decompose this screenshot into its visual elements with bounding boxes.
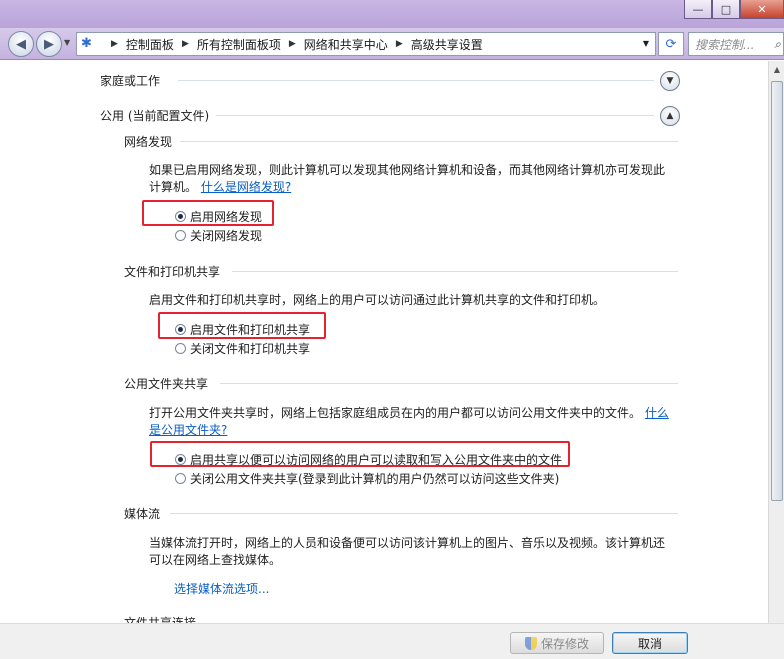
media-streaming-options-link[interactable]: 选择媒体流选项... bbox=[174, 580, 269, 597]
public-folder-sharing-desc: 打开公用文件夹共享时，网络上包括家庭组成员在内的用户都可以访问公用文件夹中的文件… bbox=[149, 405, 674, 439]
search-input[interactable]: 搜索控制... ⌕ bbox=[688, 32, 784, 56]
breadcrumb-control-panel[interactable]: 控制面板 bbox=[126, 36, 174, 53]
address-dropdown-icon[interactable]: ▼ bbox=[643, 39, 649, 48]
radio-label: 启用网络发现 bbox=[190, 210, 263, 224]
network-discovery-help-link[interactable]: 什么是网络发现? bbox=[201, 180, 291, 194]
expand-home-button[interactable]: ▼ bbox=[660, 71, 680, 91]
file-sharing-connections-title: 文件共享连接 bbox=[124, 616, 197, 623]
shield-icon bbox=[524, 636, 537, 650]
breadcrumb-separator-icon[interactable]: ▶ bbox=[396, 39, 403, 49]
divider bbox=[180, 141, 678, 142]
address-bar[interactable]: ✱ ▶ 控制面板 ▶ 所有控制面板项 ▶ 网络和共享中心 ▶ 高级共享设置 ▼ bbox=[76, 32, 656, 56]
refresh-icon: ⟳ bbox=[665, 36, 677, 52]
radio-label: 关闭网络发现 bbox=[190, 229, 263, 243]
profile-home-label[interactable]: 家庭或工作 bbox=[100, 72, 160, 89]
search-placeholder: 搜索控制... bbox=[695, 37, 755, 52]
file-printer-sharing-desc: 启用文件和打印机共享时，网络上的用户可以访问通过此计算机共享的文件和打印机。 bbox=[149, 293, 606, 307]
settings-content: 家庭或工作 ▼ 公用 (当前配置文件) ▲ 网络发现 如果已启用网络发现，则此计… bbox=[0, 61, 768, 623]
save-changes-button[interactable]: 保存修改 bbox=[510, 632, 604, 654]
breadcrumb-separator-icon[interactable]: ▶ bbox=[182, 39, 189, 49]
radio-disable-discovery[interactable]: 关闭网络发现 bbox=[175, 227, 262, 244]
collapse-public-button[interactable]: ▲ bbox=[660, 106, 680, 126]
arrow-right-icon: ▶ bbox=[44, 36, 54, 52]
network-discovery-title: 网络发现 bbox=[124, 135, 173, 149]
divider bbox=[232, 271, 678, 272]
breadcrumb-separator-icon[interactable]: ▶ bbox=[111, 39, 118, 49]
cancel-button[interactable]: 取消 bbox=[612, 632, 688, 654]
control-panel-icon: ✱ bbox=[81, 36, 92, 51]
minimize-button[interactable]: — bbox=[684, 0, 712, 19]
divider bbox=[220, 383, 678, 384]
breadcrumb-all-items[interactable]: 所有控制面板项 bbox=[197, 36, 281, 53]
radio-unselected-icon[interactable] bbox=[175, 343, 186, 354]
divider bbox=[178, 80, 654, 81]
maximize-button[interactable]: □ bbox=[712, 0, 740, 19]
radio-label: 关闭公用文件夹共享(登录到此计算机的用户仍然可以访问这些文件夹) bbox=[190, 472, 560, 486]
breadcrumb-advanced-sharing[interactable]: 高级共享设置 bbox=[411, 36, 483, 53]
radio-selected-icon[interactable] bbox=[175, 324, 186, 335]
title-bar: — □ ✕ bbox=[0, 0, 784, 28]
media-streaming-title: 媒体流 bbox=[124, 507, 161, 521]
radio-disable-file-sharing[interactable]: 关闭文件和打印机共享 bbox=[175, 340, 310, 357]
chevron-up-icon: ▲ bbox=[666, 111, 674, 121]
back-button[interactable]: ◀ bbox=[8, 31, 34, 57]
chevron-down-icon: ▼ bbox=[666, 76, 674, 86]
divider bbox=[216, 115, 654, 116]
footer-bar: 保存修改 取消 bbox=[0, 623, 784, 659]
radio-selected-icon[interactable] bbox=[175, 211, 186, 222]
radio-enable-file-sharing[interactable]: 启用文件和打印机共享 bbox=[175, 321, 310, 338]
arrow-left-icon: ◀ bbox=[16, 36, 26, 52]
window-controls: — □ ✕ bbox=[684, 0, 784, 19]
history-dropdown-icon[interactable]: ▼ bbox=[64, 38, 70, 47]
scroll-thumb[interactable] bbox=[771, 81, 783, 501]
vertical-scrollbar[interactable]: ▲ bbox=[768, 61, 784, 623]
breadcrumb-separator-icon[interactable]: ▶ bbox=[289, 39, 296, 49]
media-streaming-desc: 当媒体流打开时，网络上的人员和设备便可以访问该计算机上的图片、音乐以及视频。该计… bbox=[149, 536, 666, 567]
file-printer-sharing-title: 文件和打印机共享 bbox=[124, 265, 221, 279]
radio-enable-public-folder[interactable]: 启用共享以便可以访问网络的用户可以读取和写入公用文件夹中的文件 bbox=[175, 451, 562, 468]
search-icon[interactable]: ⌕ bbox=[774, 37, 781, 52]
radio-enable-discovery[interactable]: 启用网络发现 bbox=[175, 208, 262, 225]
navigation-bar: ◀ ▶ ▼ ✱ ▶ 控制面板 ▶ 所有控制面板项 ▶ 网络和共享中心 ▶ 高级共… bbox=[0, 28, 784, 60]
forward-button[interactable]: ▶ bbox=[36, 31, 62, 57]
network-discovery-desc: 如果已启用网络发现，则此计算机可以发现其他网络计算机和设备，而其他网络计算机亦可… bbox=[149, 162, 674, 196]
save-label: 保存修改 bbox=[540, 636, 589, 651]
public-folder-desc-text: 打开公用文件夹共享时，网络上包括家庭组成员在内的用户都可以访问公用文件夹中的文件… bbox=[149, 406, 642, 420]
cancel-label: 取消 bbox=[637, 636, 662, 651]
profile-public-label[interactable]: 公用 (当前配置文件) bbox=[100, 107, 209, 124]
radio-disable-public-folder[interactable]: 关闭公用文件夹共享(登录到此计算机的用户仍然可以访问这些文件夹) bbox=[175, 470, 559, 487]
scroll-up-icon[interactable]: ▲ bbox=[769, 61, 784, 77]
radio-label: 启用共享以便可以访问网络的用户可以读取和写入公用文件夹中的文件 bbox=[190, 453, 563, 467]
refresh-button[interactable]: ⟳ bbox=[658, 32, 684, 56]
close-button[interactable]: ✕ bbox=[740, 0, 784, 19]
radio-label: 关闭文件和打印机共享 bbox=[190, 342, 311, 356]
public-folder-sharing-title: 公用文件夹共享 bbox=[124, 377, 209, 391]
divider bbox=[170, 513, 678, 514]
radio-selected-icon[interactable] bbox=[175, 454, 186, 465]
radio-unselected-icon[interactable] bbox=[175, 473, 186, 484]
radio-unselected-icon[interactable] bbox=[175, 230, 186, 241]
radio-label: 启用文件和打印机共享 bbox=[190, 323, 311, 337]
breadcrumb-network-center[interactable]: 网络和共享中心 bbox=[304, 36, 388, 53]
